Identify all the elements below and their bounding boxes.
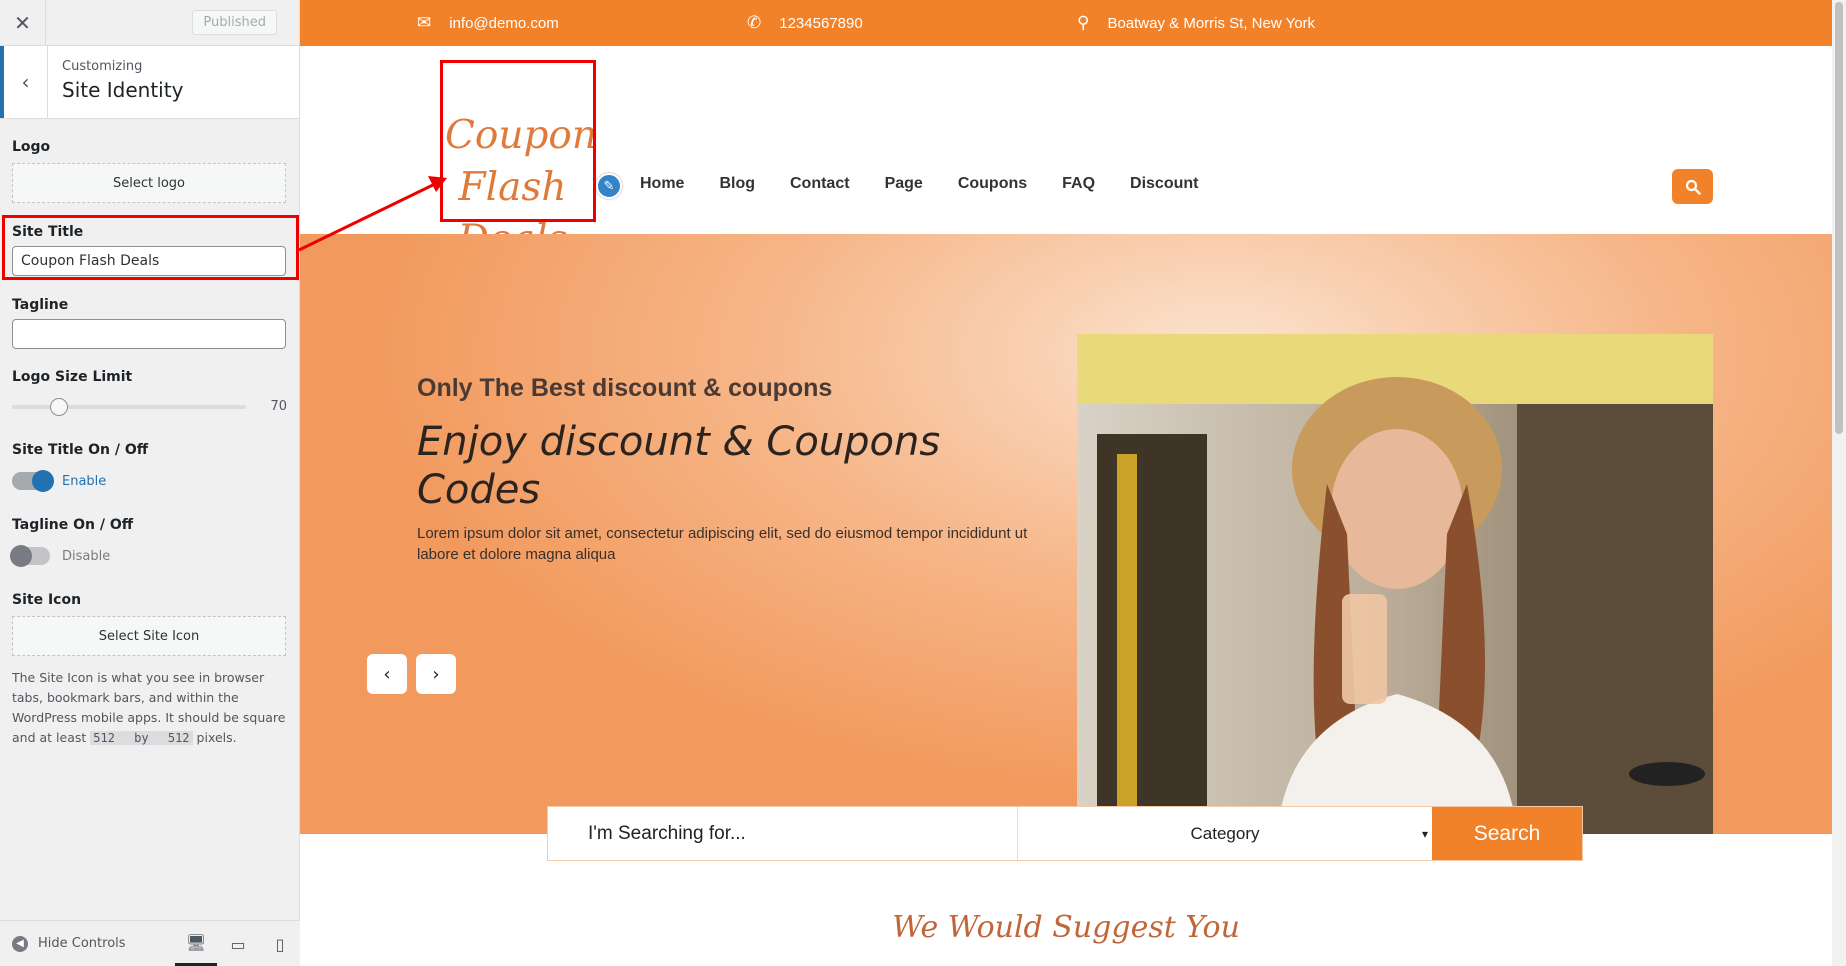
chevron-down-icon: ▾	[1421, 826, 1428, 841]
slider-next-button[interactable]: ›	[416, 654, 456, 694]
contact-address: ⚲ Boatway & Morris St, New York	[1077, 13, 1316, 32]
collapse-icon: ◀	[12, 935, 28, 952]
menu-item-blog[interactable]: Blog	[719, 175, 755, 193]
select-logo-button[interactable]: Select logo	[12, 163, 286, 203]
slider-prev-button[interactable]: ‹	[367, 654, 407, 694]
tablet-preview-icon[interactable]: ▭	[217, 921, 259, 966]
logo-size-label: Logo Size Limit	[12, 369, 133, 385]
hide-controls-button[interactable]: ◀ Hide Controls	[12, 935, 126, 952]
site-icon-label: Site Icon	[12, 592, 82, 608]
published-button[interactable]: Published	[192, 10, 277, 35]
menu-item-page[interactable]: Page	[885, 175, 923, 193]
tagline-toggle-state: Disable	[62, 548, 111, 564]
tagline-toggle[interactable]	[10, 545, 50, 567]
annotation-box-logo	[440, 60, 596, 222]
map-marker-icon: ⚲	[1077, 13, 1090, 32]
envelope-icon: ✉	[417, 13, 432, 32]
menu-item-home[interactable]: Home	[640, 175, 684, 193]
search-submit-button[interactable]: Search	[1432, 807, 1582, 860]
logo-size-slider-row: 70	[12, 397, 287, 416]
select-site-icon-button[interactable]: Select Site Icon	[12, 616, 286, 656]
site-title-toggle[interactable]	[12, 470, 54, 492]
phone-icon: ✆	[747, 13, 762, 32]
menu-item-contact[interactable]: Contact	[790, 175, 850, 193]
site-title-toggle-state: Enable	[62, 473, 107, 489]
breadcrumb: Customizing	[62, 59, 143, 74]
contact-phone[interactable]: ✆ 1234567890	[747, 13, 863, 33]
suggest-section-title: We Would Suggest You	[892, 910, 1240, 945]
customizer-sidebar: ✕ Published ‹ Customizing Site Identity …	[0, 0, 300, 966]
logo-size-value: 70	[270, 399, 287, 414]
edit-pencil-icon[interactable]: ✎	[596, 173, 622, 199]
mobile-preview-icon[interactable]: ▯	[259, 921, 301, 966]
contact-topbar: ✉ info@demo.com ✆ 1234567890 ⚲ Boatway &…	[300, 0, 1832, 46]
tagline-label: Tagline	[12, 297, 69, 313]
customizer-footer: ◀ Hide Controls 🖥 ▭ ▯	[0, 920, 300, 966]
hero-description: Lorem ipsum dolor sit amet, consectetur …	[417, 525, 1028, 563]
site-icon-description: The Site Icon is what you see in browser…	[12, 670, 286, 745]
menu-item-discount[interactable]: Discount	[1130, 175, 1198, 193]
tagline-toggle-label: Tagline On / Off	[12, 517, 134, 533]
desktop-preview-icon[interactable]: 🖥	[175, 921, 217, 966]
chevron-right-icon: ›	[432, 663, 440, 685]
main-menu: Home Blog Contact Page Coupons FAQ Disco…	[640, 175, 1233, 193]
tagline-input[interactable]	[12, 319, 286, 349]
contact-email[interactable]: ✉ info@demo.com	[417, 13, 559, 33]
search-icon[interactable]	[1672, 169, 1713, 204]
chevron-left-icon: ‹	[383, 663, 391, 685]
hero-photo	[1077, 334, 1713, 834]
back-arrow-icon[interactable]: ‹	[0, 46, 48, 118]
logo-size-slider[interactable]	[12, 397, 247, 416]
hero-title: Enjoy discount & Coupons Codes	[417, 419, 941, 513]
preview-scrollbar[interactable]	[1832, 0, 1846, 966]
section-title: Site Identity	[62, 78, 184, 102]
hero-subtitle: Only The Best discount & coupons	[417, 374, 833, 402]
customizer-topbar: ✕ Published	[0, 0, 299, 46]
coupon-search-input[interactable]: I'm Searching for...	[548, 807, 1018, 860]
slider-handle[interactable]	[50, 397, 68, 416]
logo-label: Logo	[12, 139, 51, 155]
coupon-search-bar: I'm Searching for... Category ▾ Search	[547, 806, 1583, 861]
close-icon[interactable]: ✕	[0, 0, 46, 46]
menu-item-faq[interactable]: FAQ	[1062, 175, 1095, 193]
site-title-toggle-label: Site Title On / Off	[12, 442, 149, 458]
category-select[interactable]: Category ▾	[1018, 807, 1432, 860]
annotation-box-site-title	[2, 215, 299, 280]
section-header: ‹ Customizing Site Identity	[0, 46, 299, 119]
menu-item-coupons[interactable]: Coupons	[958, 175, 1027, 193]
